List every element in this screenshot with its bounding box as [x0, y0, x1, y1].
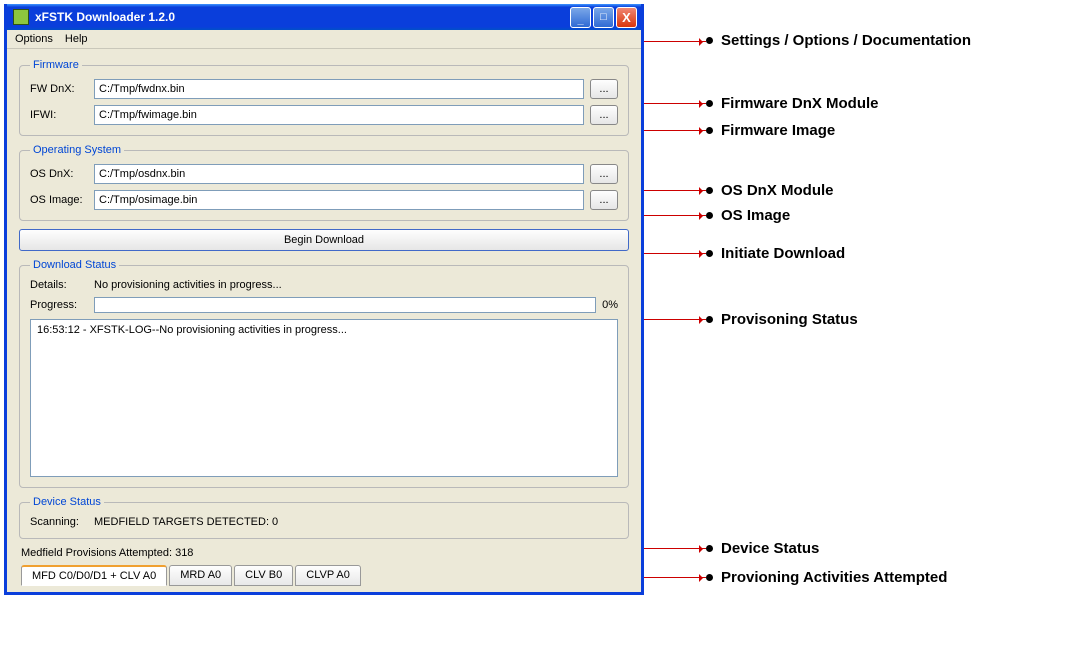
begin-download-button[interactable]: Begin Download [19, 229, 629, 251]
download-status-group: Download Status Details: No provisioning… [19, 259, 629, 488]
progress-bar [94, 297, 596, 313]
os-image-browse-button[interactable]: ... [590, 190, 618, 210]
fw-dnx-browse-button[interactable]: ... [590, 79, 618, 99]
device-status-group: Device Status Scanning: MEDFIELD TARGETS… [19, 496, 629, 539]
fw-dnx-input[interactable] [94, 79, 584, 99]
download-status-legend: Download Status [30, 259, 119, 271]
os-dnx-browse-button[interactable]: ... [590, 164, 618, 184]
annotation-settings: Settings / Options / Documentation [706, 32, 971, 49]
tab-mrd[interactable]: MRD A0 [169, 565, 232, 586]
tab-clvb0[interactable]: CLV B0 [234, 565, 293, 586]
annotation-prov-status: Provisoning Status [706, 311, 858, 328]
device-tabs: MFD C0/D0/D1 + CLV A0 MRD A0 CLV B0 CLVP… [19, 565, 629, 586]
details-label: Details: [30, 279, 88, 291]
os-image-label: OS Image: [30, 194, 88, 206]
log-output[interactable]: 16:53:12 - XFSTK-LOG--No provisioning ac… [30, 319, 618, 477]
os-image-input[interactable] [94, 190, 584, 210]
window-title: xFSTK Downloader 1.2.0 [35, 10, 570, 24]
scanning-value: MEDFIELD TARGETS DETECTED: 0 [94, 516, 278, 528]
ifwi-input[interactable] [94, 105, 584, 125]
provisions-attempted: Medfield Provisions Attempted: 318 [21, 547, 629, 559]
os-dnx-input[interactable] [94, 164, 584, 184]
tab-mfd[interactable]: MFD C0/D0/D1 + CLV A0 [21, 565, 167, 586]
titlebar: xFSTK Downloader 1.2.0 _ □ X [7, 4, 641, 30]
menu-help[interactable]: Help [65, 33, 88, 45]
annotation-device-status: Device Status [706, 540, 819, 557]
annotation-prov-attempted: Provioning Activities Attempted [706, 569, 947, 586]
fw-dnx-label: FW DnX: [30, 83, 88, 95]
close-button[interactable]: X [616, 7, 637, 28]
device-status-legend: Device Status [30, 496, 104, 508]
annotation-fw-image: Firmware Image [706, 122, 835, 139]
details-value: No provisioning activities in progress..… [94, 279, 282, 291]
menubar: Options Help [7, 30, 641, 49]
app-icon [13, 9, 29, 25]
maximize-button[interactable]: □ [593, 7, 614, 28]
os-group: Operating System OS DnX: ... OS Image: .… [19, 144, 629, 221]
tab-clvpa0[interactable]: CLVP A0 [295, 565, 361, 586]
scanning-label: Scanning: [30, 516, 88, 528]
os-legend: Operating System [30, 144, 124, 156]
progress-label: Progress: [30, 299, 88, 311]
ifwi-browse-button[interactable]: ... [590, 105, 618, 125]
annotation-os-dnx: OS DnX Module [706, 182, 834, 199]
annotation-os-image: OS Image [706, 207, 790, 224]
app-window: xFSTK Downloader 1.2.0 _ □ X Options Hel… [4, 4, 644, 595]
minimize-button[interactable]: _ [570, 7, 591, 28]
os-dnx-label: OS DnX: [30, 168, 88, 180]
firmware-legend: Firmware [30, 59, 82, 71]
annotation-fw-dnx: Firmware DnX Module [706, 95, 879, 112]
menu-options[interactable]: Options [15, 33, 53, 45]
firmware-group: Firmware FW DnX: ... IFWI: ... [19, 59, 629, 136]
annotation-initiate: Initiate Download [706, 245, 845, 262]
progress-percent: 0% [602, 299, 618, 311]
ifwi-label: IFWI: [30, 109, 88, 121]
log-line: 16:53:12 - XFSTK-LOG--No provisioning ac… [37, 324, 611, 336]
